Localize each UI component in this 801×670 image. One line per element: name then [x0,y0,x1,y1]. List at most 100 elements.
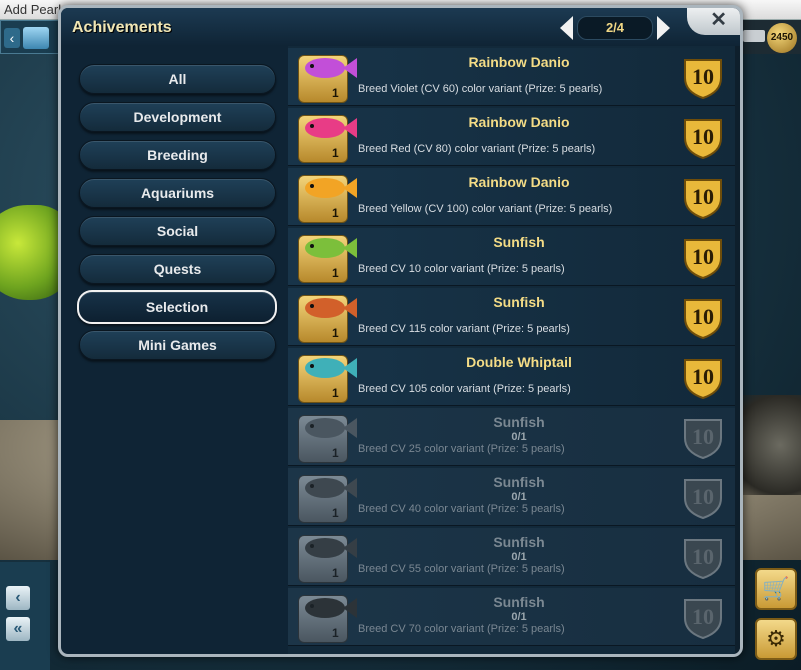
fish-body [305,238,345,258]
fish-eye [310,364,314,368]
achievement-progress: 0/1 [511,611,527,623]
fish-body [305,358,345,378]
reward-value: 10 [692,604,714,629]
fish-tail [343,298,357,318]
fish-body [305,178,345,198]
nav-back-button[interactable]: ‹ [4,28,20,48]
achievement-row: 1 Sunfish 0/1 Breed CV 55 color variant (Pr… [288,528,735,586]
fish-tail [343,238,357,258]
achievement-badge: 1 [298,355,357,403]
achievement-badge: 1 [298,295,357,343]
category-aquariums-button[interactable]: Aquariums [79,178,276,208]
fish-eye [310,424,314,428]
category-all-button[interactable]: All [79,64,276,94]
fish-tail [343,358,357,378]
shop-cart-button[interactable]: 🛒 [755,568,797,610]
achievement-progress: 0/1 [511,431,527,443]
fish-tail [343,418,357,438]
category-quests-button[interactable]: Quests [79,254,276,284]
achievement-title: Rainbow Danio [468,54,570,70]
achievement-title: Sunfish [493,534,545,550]
achievement-description: Breed CV 115 color variant (Prize: 5 pea… [358,323,570,335]
category-selection-button[interactable]: Selection [77,290,277,324]
category-list: All Development Breeding Aquariums Socia… [61,46,286,654]
reward-value: 10 [692,304,714,329]
badge-count: 1 [332,566,339,580]
achievement-description: Breed CV 10 color variant (Prize: 5 pear… [358,263,565,275]
close-tab[interactable]: ✕ [687,8,740,35]
achievement-description: Breed CV 25 color variant (Prize: 5 pear… [358,443,565,455]
badge-count: 1 [332,626,339,640]
badge-count: 1 [332,86,339,100]
badge-count: 1 [332,446,339,460]
achievement-description: Breed CV 55 color variant (Prize: 5 pear… [358,563,565,575]
achievement-title: Sunfish [493,474,545,490]
category-breeding-button[interactable]: Breeding [79,140,276,170]
bottom-left-panel: ‹ « [0,562,50,670]
achievement-progress: 0/1 [511,551,527,563]
achievement-description: Breed CV 70 color variant (Prize: 5 pear… [358,623,565,635]
fish-icon [305,598,357,618]
achievement-progress: 0/1 [511,491,527,503]
cart-icon: 🛒 [762,576,790,601]
achievement-badge: 1 [298,475,357,523]
fish-body [305,478,345,498]
fish-eye [310,184,314,188]
achievement-row: 1 Rainbow Danio Breed Yellow (CV 100) colo… [288,168,735,226]
achievement-badge: 1 [298,55,357,103]
page-indicator: 2/4 [577,16,653,40]
close-icon[interactable]: ✕ [710,8,727,32]
fish-icon [305,238,357,258]
achievement-title: Rainbow Danio [468,174,570,190]
achievement-title: Sunfish [493,234,545,250]
achievement-badge: 1 [298,235,357,283]
achievement-description: Breed Yellow (CV 100) color variant (Pri… [358,203,613,215]
achievements-dialog: Achivements 2/4 ✕ All Development Breedi… [58,5,743,657]
fish-icon [305,118,357,138]
fish-tail [343,118,357,138]
category-social-button[interactable]: Social [79,216,276,246]
settings-button[interactable]: ⚙ [755,618,797,660]
reward-value: 10 [692,544,714,569]
fish-tail [343,178,357,198]
reward-value: 10 [692,64,714,89]
top-nav-strip: ‹ [0,20,60,54]
fish-body [305,538,345,558]
reward-value: 10 [692,484,714,509]
fish-body [305,418,345,438]
fish-icon [305,538,357,558]
fish-body [305,118,345,138]
reward-value: 10 [692,124,714,149]
pager-prev-arrow-icon[interactable] [560,16,573,40]
truck-icon[interactable] [743,30,765,42]
achievement-badge: 1 [298,415,357,463]
achievement-title: Sunfish [493,594,545,610]
reward-value: 10 [692,364,714,389]
top-right-panel: 2450 [741,20,801,54]
badge-count: 1 [332,506,339,520]
fish-eye [310,64,314,68]
tank-icon[interactable] [23,27,49,49]
fish-eye [310,304,314,308]
reward-value: 10 [692,424,714,449]
category-development-button[interactable]: Development [79,102,276,132]
achievement-description: Breed Red (CV 80) color variant (Prize: … [358,143,596,155]
fish-tail [343,598,357,618]
achievement-badge: 1 [298,595,357,643]
fish-body [305,598,345,618]
fish-icon [305,178,357,198]
achievement-row: 1 Sunfish Breed CV 115 color variant (Priz… [288,288,735,346]
gear-icon: ⚙ [766,626,786,651]
reward-value: 10 [692,184,714,209]
achievement-row: 1 Rainbow Danio Breed Violet (CV 60) color… [288,48,735,106]
first-button[interactable]: « [6,617,30,641]
achievement-badge: 1 [298,175,357,223]
achievement-row: 1 Double Whiptail Breed CV 105 color varia… [288,348,735,406]
pager-next-arrow-icon[interactable] [657,16,670,40]
prev-button[interactable]: ‹ [6,586,30,610]
fish-icon [305,298,357,318]
achievement-row: 1 Rainbow Danio Breed Red (CV 80) color va… [288,108,735,166]
category-mini-games-button[interactable]: Mini Games [79,330,276,360]
scrollbar[interactable] [735,46,740,654]
achievement-description: Breed Violet (CV 60) color variant (Priz… [358,83,603,95]
